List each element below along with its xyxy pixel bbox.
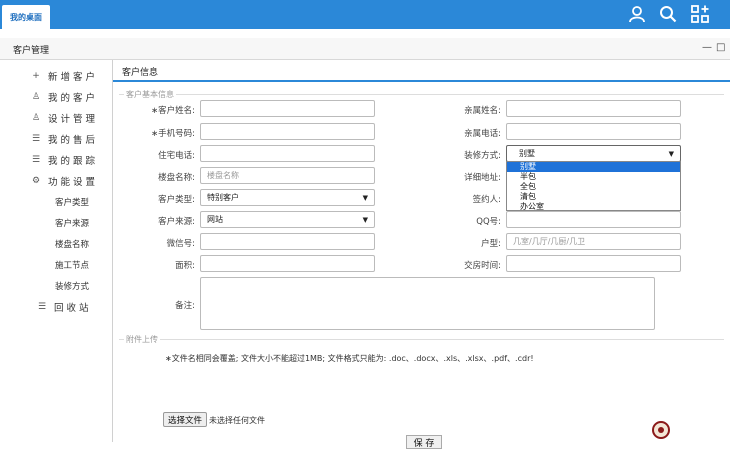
dropdown-option[interactable]: 办公室 (507, 202, 680, 212)
remarks-label: 备注: (175, 301, 195, 311)
home-phone-label: 住宅电话: (158, 151, 195, 161)
relative-phone-field[interactable] (506, 123, 681, 140)
signer-label: 签约人: (472, 195, 501, 205)
attachment-fieldset (119, 339, 724, 340)
customer-source-label: 客户来源: (158, 217, 195, 227)
sidebar-sub-construction-node[interactable]: 施工节点 (55, 258, 89, 272)
user-icon: ♙ (31, 113, 41, 123)
sidebar-item-settings[interactable]: ⚙ 功 能 设 置 (30, 174, 95, 188)
basic-info-legend: 客户基本信息 (124, 89, 176, 100)
gear-icon: ⚙ (31, 176, 41, 186)
maximize-button[interactable]: □ (716, 42, 725, 53)
sidebar-item-after-sales[interactable]: ☰ 我 的 售 后 (30, 132, 95, 146)
panel-header: 客户管理 — □ (0, 38, 730, 60)
dropdown-option[interactable]: 全包 (507, 182, 680, 192)
sidebar-item-recycle-bin[interactable]: ☰ 回 收 站 (36, 300, 89, 314)
handover-time-field[interactable] (506, 255, 681, 272)
chevron-down-icon: ▼ (362, 193, 368, 202)
house-type-label: 户型: (481, 239, 501, 249)
chevron-down-icon: ▼ (362, 215, 368, 224)
sidebar-item-label: 我 的 客 户 (48, 93, 96, 104)
user-icon: ♙ (31, 92, 41, 102)
basic-info-fieldset (119, 94, 724, 95)
house-type-field[interactable]: 几室/几厅/几厨/几卫 (506, 233, 681, 250)
wechat-field[interactable] (200, 233, 375, 250)
sidebar-item-tracking[interactable]: ☰ 我 的 跟 踪 (30, 153, 95, 167)
remarks-textarea[interactable] (200, 277, 655, 330)
building-name-field[interactable]: 楼盘名称 (200, 167, 375, 184)
qq-field[interactable] (506, 211, 681, 228)
decoration-method-label: 装修方式: (464, 151, 501, 161)
main-content: 客户信息 客户基本信息 ∗客户姓名: ∗手机号码: 住宅电话: 楼盘名称: 楼盘… (113, 60, 730, 449)
list-icon: ☰ (31, 155, 41, 165)
mobile-field[interactable] (200, 123, 375, 140)
seal-logo (652, 421, 670, 439)
sidebar-item-label: 我 的 跟 踪 (48, 156, 96, 167)
qq-label: QQ号: (476, 217, 501, 227)
sidebar-item-my-customers[interactable]: ♙ 我 的 客 户 (30, 90, 95, 104)
list-icon: ☰ (37, 302, 47, 312)
choose-file-button[interactable]: 选择文件 (163, 412, 208, 427)
customer-type-value: 特别客户 (207, 193, 239, 202)
apps-icon[interactable] (691, 5, 709, 23)
dropdown-option[interactable]: 清包 (507, 192, 680, 202)
customer-type-label: 客户类型: (158, 195, 195, 205)
sidebar-sub-customer-type[interactable]: 客户类型 (55, 195, 89, 209)
area-field[interactable] (200, 255, 375, 272)
customer-source-select[interactable]: 网站 ▼ (200, 211, 375, 228)
handover-time-label: 交房时间: (464, 261, 501, 271)
sidebar-sub-customer-source[interactable]: 客户来源 (55, 216, 89, 230)
sidebar-sub-building-name[interactable]: 楼盘名称 (55, 237, 89, 251)
mobile-label: ∗手机号码: (151, 129, 195, 139)
minimize-button[interactable]: — (702, 42, 712, 53)
attachment-note: ∗文件名相同会覆盖; 文件大小不能超过1MB; 文件格式只能为: .doc、.d… (165, 354, 534, 363)
tab-my-desktop[interactable]: 我的桌面 (2, 5, 50, 29)
detail-address-label: 详细地址: (464, 173, 501, 183)
tab-label: 客户信息 (122, 68, 159, 78)
plus-icon: + (32, 71, 40, 81)
sidebar-item-design-management[interactable]: ♙ 设 计 管 理 (30, 111, 95, 125)
top-bar: 我的桌面 (0, 0, 730, 29)
chevron-down-icon: ▼ (668, 149, 674, 158)
building-name-label: 楼盘名称: (158, 173, 195, 183)
user-icon[interactable] (628, 5, 646, 23)
panel-title: 客户管理 (13, 46, 50, 56)
customer-name-field[interactable] (200, 100, 375, 117)
attachment-legend: 附件上传 (124, 334, 160, 345)
sidebar-item-label: 设 计 管 理 (48, 114, 96, 125)
decoration-method-select[interactable]: 别墅 ▼ (506, 145, 681, 162)
list-icon: ☰ (31, 134, 41, 144)
sidebar-item-label: 新 增 客 户 (48, 72, 96, 83)
customer-type-select[interactable]: 特别客户 ▼ (200, 189, 375, 206)
relative-phone-label: 亲属电话: (464, 129, 501, 139)
sidebar-item-label: 回 收 站 (54, 303, 89, 314)
area-label: 面积: (175, 261, 195, 271)
dropdown-option[interactable]: 别墅 (507, 162, 680, 172)
sidebar: + 新 增 客 户 ♙ 我 的 客 户 ♙ 设 计 管 理 ☰ 我 的 售 后 ☰ 我 的… (0, 60, 113, 442)
customer-name-label: ∗客户姓名: (151, 106, 195, 116)
home-phone-field[interactable] (200, 145, 375, 162)
sidebar-sub-decoration-method[interactable]: 装修方式 (55, 279, 89, 293)
sidebar-item-new-customer[interactable]: + 新 增 客 户 (30, 69, 95, 83)
decoration-method-value: 别墅 (519, 149, 535, 158)
relative-name-label: 亲属姓名: (464, 106, 501, 116)
wechat-label: 微信号: (166, 239, 195, 249)
relative-name-field[interactable] (506, 100, 681, 117)
dropdown-option[interactable]: 半包 (507, 172, 680, 182)
customer-source-value: 网站 (207, 215, 223, 224)
sidebar-item-label: 功 能 设 置 (48, 177, 96, 188)
tab-customer-info[interactable]: 客户信息 (113, 60, 730, 82)
file-status: 未选择任何文件 (209, 416, 265, 425)
decoration-method-dropdown[interactable]: 别墅 半包 全包 清包 办公室 (506, 161, 681, 211)
save-button[interactable]: 保 存 (406, 435, 442, 449)
search-icon[interactable] (659, 5, 677, 23)
sidebar-item-label: 我 的 售 后 (48, 135, 96, 146)
